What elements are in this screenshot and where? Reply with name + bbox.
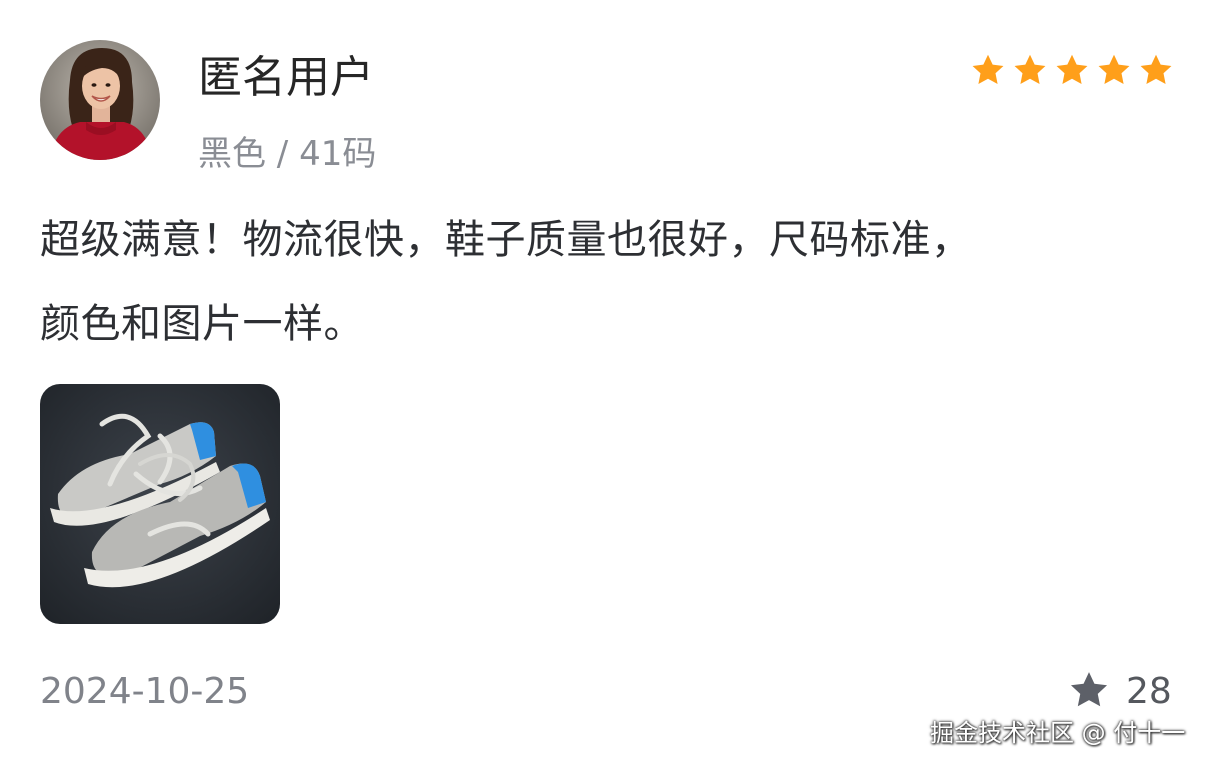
review-text-line: 颜色和图片一样。 [40,301,364,347]
user-name: 匿名用户 [198,52,374,103]
star-icon [1068,669,1110,715]
user-avatar[interactable] [40,40,160,160]
star-icon [970,52,1006,96]
review-text: 超级满意！物流很快，鞋子质量也很好，尺码标准， 颜色和图片一样。 [40,198,1180,366]
star-icon [1138,52,1174,96]
product-variant: 黑色 / 41码 [198,134,377,174]
review-photo[interactable] [40,384,280,624]
like-button[interactable]: 28 [1068,666,1172,718]
star-icon [1012,52,1048,96]
review-text-line: 超级满意！物流很快，鞋子质量也很好，尺码标准， [40,217,972,263]
star-icon [1054,52,1090,96]
star-icon [1096,52,1132,96]
watermark: 掘金技术社区 @ 付十一 [930,719,1186,747]
review-date: 2024-10-25 [40,671,250,712]
rating-stars [970,52,1174,96]
sneakers-photo-icon [40,384,280,624]
like-count: 28 [1126,671,1172,712]
review-card: 匿名用户 黑色 / 41码 超级满意！物流很快，鞋子质量也很好，尺码标准， 颜色… [0,0,1212,768]
